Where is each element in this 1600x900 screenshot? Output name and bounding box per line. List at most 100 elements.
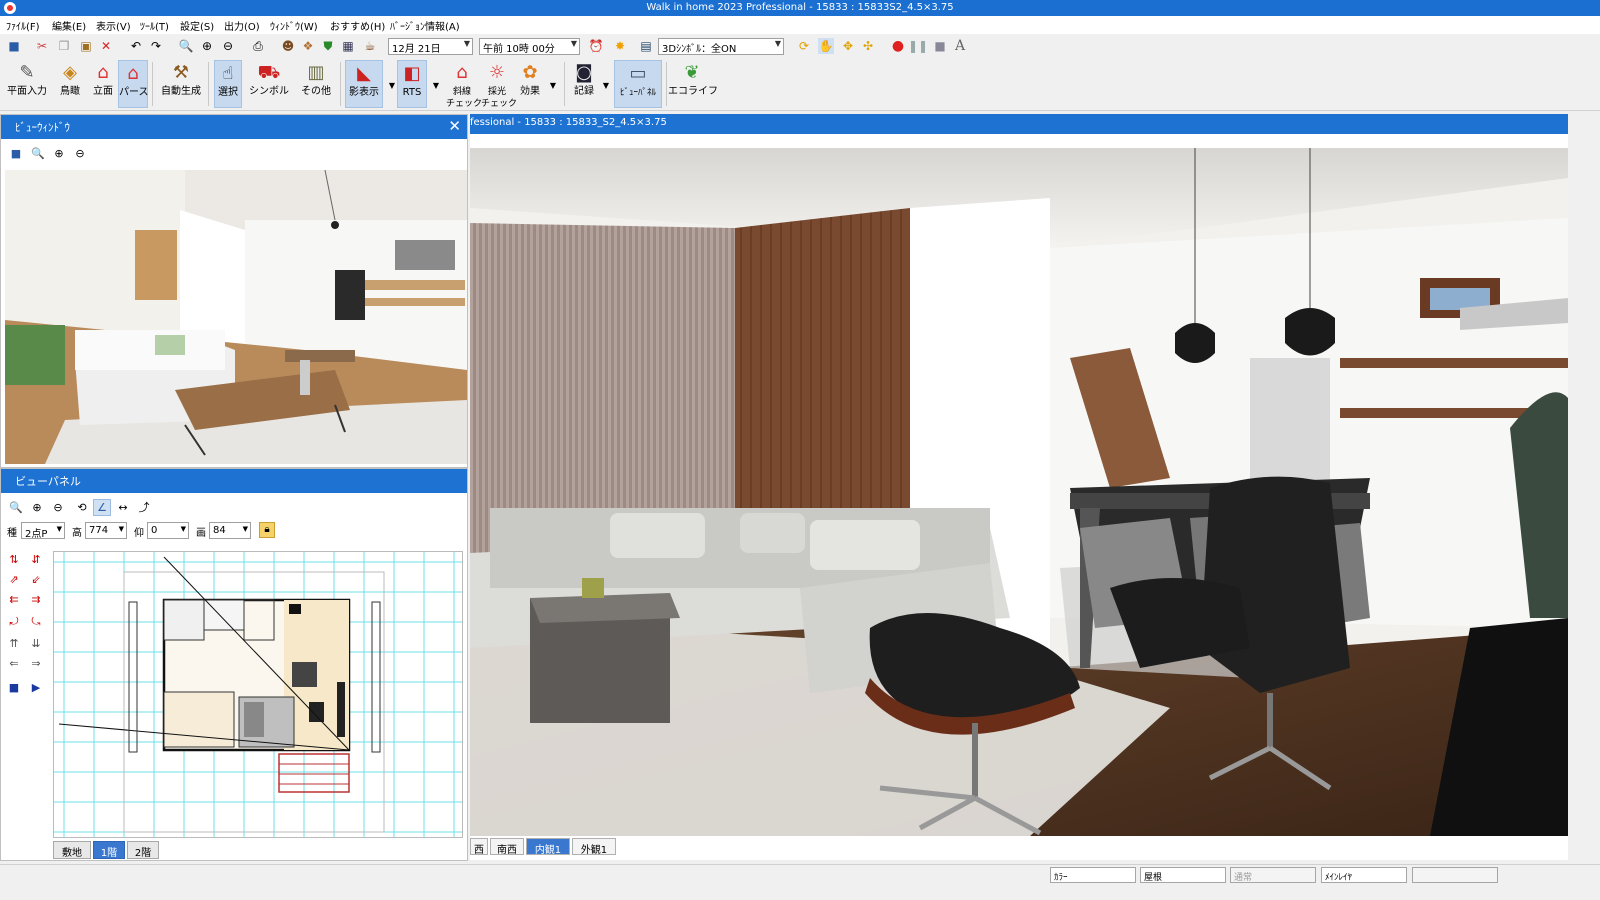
zoom-in-icon[interactable]: ⊕ <box>199 38 215 54</box>
zoom-icon[interactable]: 🔍 <box>7 499 25 516</box>
floor-plan-canvas[interactable] <box>53 551 463 838</box>
zoom-out-icon[interactable]: ⊖ <box>220 38 236 54</box>
pan-icon[interactable]: ✣ <box>860 38 876 54</box>
chevron-down-icon[interactable]: ▼ <box>598 78 614 94</box>
stop-icon[interactable]: ■ <box>5 679 23 697</box>
slope-check-button[interactable]: ⌂ 斜線 チェック <box>446 60 482 109</box>
stop-icon[interactable]: ■ <box>932 38 948 54</box>
play-icon[interactable]: ▶ <box>27 679 45 697</box>
camera-roll-icon[interactable]: ⤾ <box>5 613 23 631</box>
preview-render[interactable] <box>5 170 467 464</box>
target-up-icon[interactable]: ⇈ <box>5 635 23 653</box>
copy-icon[interactable]: ❐ <box>56 38 72 54</box>
menu-version[interactable]: ﾊﾞｰｼﾞｮﾝ情報(A) <box>390 18 460 33</box>
target-left-icon[interactable]: ⇐ <box>5 655 23 673</box>
lock-icon[interactable]: 🔒︎ <box>259 522 275 538</box>
text-icon[interactable]: A <box>952 38 968 54</box>
render-icon[interactable]: ☕ <box>362 38 378 54</box>
effects-button[interactable]: ✿ 効果 <box>516 60 544 108</box>
menu-recommend[interactable]: おすすめ(H) <box>330 18 385 33</box>
target-right-icon[interactable]: ⇒ <box>27 655 45 673</box>
cut-icon[interactable]: ✂ <box>34 38 50 54</box>
save-icon[interactable]: ■ <box>7 145 25 162</box>
grid-icon[interactable]: ▦ <box>340 38 356 54</box>
zoom-icon[interactable]: 🔍 <box>29 145 47 162</box>
clock-icon[interactable]: ⏰ <box>588 38 604 54</box>
camera-up-icon[interactable]: ⇅ <box>5 551 23 569</box>
ecolife-button[interactable]: ❦ エコライフ <box>668 60 718 108</box>
angle-tool-icon[interactable]: ∠ <box>93 499 111 516</box>
view-panel-toolbar: 🔍 ⊕ ⊖ ⟲ ∠ ↔ ⤴ <box>7 496 167 520</box>
chevron-down-icon[interactable]: ▼ <box>545 78 561 94</box>
pause-icon[interactable]: ❚❚ <box>908 38 928 54</box>
elevation-input[interactable]: 0 ▼ <box>147 522 189 539</box>
hand-icon[interactable]: ✋ <box>818 38 834 54</box>
other-button[interactable]: ▥ その他 <box>296 60 336 108</box>
zoom-icon[interactable]: 🔍 <box>178 38 194 54</box>
undo-icon[interactable]: ↶ <box>128 38 144 54</box>
3d-viewport[interactable] <box>470 148 1568 836</box>
redo-icon[interactable]: ↷ <box>148 38 164 54</box>
zoom-out-icon[interactable]: ⊖ <box>71 145 89 162</box>
sun-icon[interactable]: ✸ <box>612 38 628 54</box>
rotate-view-icon[interactable]: ⟲ <box>73 499 91 516</box>
height-input[interactable]: 774 ▼ <box>85 522 127 539</box>
move-icon[interactable]: ✥ <box>840 38 856 54</box>
record-icon[interactable]: ● <box>890 38 906 54</box>
rts-button[interactable]: ◧ RTS <box>397 60 427 108</box>
paste-icon[interactable]: ▣ <box>78 38 94 54</box>
select-button[interactable]: ☝ 選択 <box>214 60 242 108</box>
birdseye-button[interactable]: ◈ 鳥瞰 <box>54 60 86 108</box>
menu-settings[interactable]: 設定(S) <box>180 18 214 33</box>
tab-floor-1[interactable]: 1階 <box>93 841 125 859</box>
material-icon[interactable]: ❖ <box>300 38 316 54</box>
date-select[interactable]: 12月 21日 ▼ <box>388 38 473 55</box>
camera-right-icon[interactable]: ⇉ <box>27 591 45 609</box>
target-down-icon[interactable]: ⇊ <box>27 635 45 653</box>
menu-edit[interactable]: 編集(E) <box>52 18 86 33</box>
menu-view[interactable]: 表示(V) <box>96 18 131 33</box>
menu-file[interactable]: ﾌｧｲﾙ(F) <box>6 18 40 33</box>
kind-select[interactable]: 2点P ▼ <box>21 522 65 540</box>
close-icon[interactable]: ✕ <box>448 117 461 135</box>
zoom-out-icon[interactable]: ⊖ <box>49 499 67 516</box>
camera-forward-icon[interactable]: ⇗ <box>5 571 23 589</box>
tab-floor-2[interactable]: 2階 <box>127 841 159 859</box>
menu-output[interactable]: 出力(O) <box>224 18 260 33</box>
shadow-button[interactable]: ◣ 影表示 <box>345 60 383 108</box>
perspective-button[interactable]: ⌂ パース <box>118 60 149 108</box>
angle-input[interactable]: 84 ▼ <box>209 522 251 539</box>
print-icon[interactable]: ⎙ <box>250 38 266 54</box>
view-panel-button[interactable]: ▭ ﾋﾞｭｰﾊﾟﾈﾙ <box>614 60 662 108</box>
tab-southwest[interactable]: 南西 <box>490 838 524 856</box>
lighting-check-button[interactable]: ☼ 採光 チェック <box>481 60 517 109</box>
save-icon[interactable]: ■ <box>6 38 22 54</box>
tab-site[interactable]: 敷地 <box>53 841 91 859</box>
rotate-icon[interactable]: ⟳ <box>796 38 812 54</box>
delete-icon[interactable]: ✕ <box>98 38 114 54</box>
person-icon[interactable]: ☻ <box>280 38 296 54</box>
shield-icon[interactable]: ⛊ <box>320 38 336 54</box>
tab-west[interactable]: 西 <box>470 838 488 856</box>
tab-exterior-1[interactable]: 外観1 <box>572 838 616 856</box>
camera-left-icon[interactable]: ⇇ <box>5 591 23 609</box>
camera-roll-back-icon[interactable]: ⤿ <box>27 613 45 631</box>
record-button[interactable]: ◙ 記録 <box>570 60 598 108</box>
time-select[interactable]: 午前 10時 00分 ▼ <box>479 38 580 55</box>
zoom-in-icon[interactable]: ⊕ <box>50 145 68 162</box>
menu-tools[interactable]: ﾂｰﾙ(T) <box>140 18 169 33</box>
symbol-mode-select[interactable]: 3Dｼﾝﾎﾞﾙ：全ON ▼ <box>658 38 784 55</box>
dimension-tool-icon[interactable]: ↔ <box>114 499 132 516</box>
tab-interior-1[interactable]: 内観1 <box>526 838 570 856</box>
zoom-in-icon[interactable]: ⊕ <box>28 499 46 516</box>
auto-generate-button[interactable]: ⚒ 自動生成 <box>158 60 204 108</box>
plan-input-button[interactable]: ✎ 平面入力 <box>4 60 50 108</box>
menu-window[interactable]: ｳｨﾝﾄﾞｳ(W) <box>270 18 318 33</box>
path-tool-icon[interactable]: ⤴ <box>135 499 153 516</box>
symbol-icon[interactable]: ▤ <box>638 38 654 54</box>
symbol-button[interactable]: ⛟ シンボル <box>246 60 292 108</box>
chevron-down-icon[interactable]: ▼ <box>428 78 444 94</box>
elevation-button[interactable]: ⌂ 立面 <box>88 60 118 108</box>
camera-back-icon[interactable]: ⇙ <box>27 571 45 589</box>
camera-tilt-icon[interactable]: ⇵ <box>27 551 45 569</box>
